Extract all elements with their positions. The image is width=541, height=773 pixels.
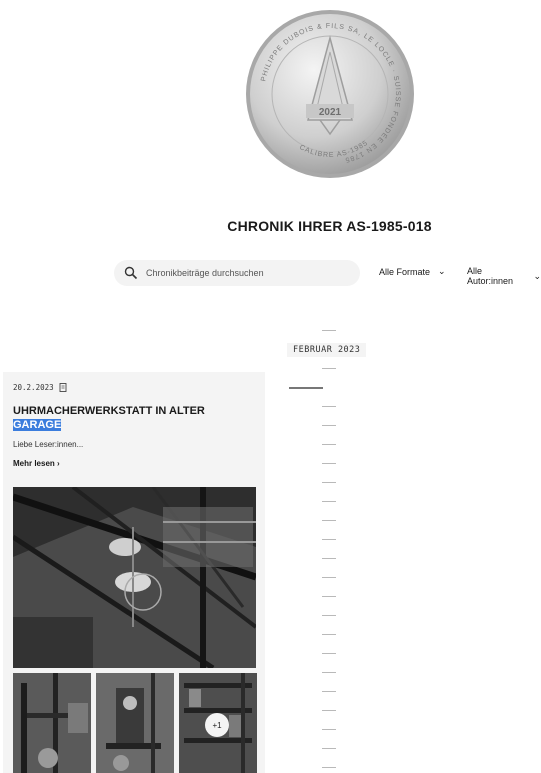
timeline-tick[interactable] bbox=[322, 634, 336, 635]
authors-filter-label: Alle Autor:innen bbox=[467, 266, 514, 286]
chronicle-post-card[interactable]: 20.2.2023 UHRMACHERWERKSTATT IN ALTER GA… bbox=[3, 372, 265, 773]
medallion-icon: PHILIPPE DUBOIS & FILS SA, LE LOCLE · SU… bbox=[246, 10, 414, 178]
post-meta: 20.2.2023 bbox=[13, 383, 255, 392]
medallion-year: 2021 bbox=[319, 107, 342, 118]
authors-filter-dropdown[interactable]: Alle Autor:innen ⌄ bbox=[467, 266, 541, 286]
post-photo-thumbnail[interactable] bbox=[13, 673, 91, 773]
post-photo-thumbnail-more[interactable]: +1 bbox=[179, 673, 257, 773]
timeline-tick[interactable] bbox=[322, 501, 336, 502]
post-title-text: UHRMACHERWERKSTATT IN ALTER bbox=[13, 405, 205, 417]
timeline-tick[interactable] bbox=[322, 710, 336, 711]
timeline-tick[interactable] bbox=[322, 615, 336, 616]
timeline-tick[interactable] bbox=[322, 463, 336, 464]
search-bar[interactable] bbox=[114, 260, 360, 286]
timeline-tick[interactable] bbox=[322, 368, 336, 369]
chevron-down-icon: ⌄ bbox=[438, 266, 446, 276]
timeline-tick[interactable] bbox=[322, 729, 336, 730]
timeline-tick[interactable] bbox=[322, 520, 336, 521]
formats-filter-dropdown[interactable]: Alle Formate ⌄ bbox=[379, 266, 446, 277]
more-photos-badge: +1 bbox=[205, 713, 229, 737]
document-icon bbox=[59, 383, 67, 392]
formats-filter-label: Alle Formate bbox=[379, 266, 431, 277]
timeline-tick[interactable] bbox=[322, 653, 336, 654]
post-title[interactable]: UHRMACHERWERKSTATT IN ALTER GARAGE bbox=[13, 404, 255, 432]
page-title: CHRONIK IHRER AS-1985-018 bbox=[227, 218, 432, 234]
timeline-tick[interactable] bbox=[322, 330, 336, 331]
chevron-down-icon: ⌄ bbox=[533, 270, 541, 281]
timeline-tick[interactable] bbox=[322, 767, 336, 768]
timeline-tick[interactable] bbox=[322, 748, 336, 749]
post-excerpt: Liebe Leser:innen... bbox=[13, 440, 84, 449]
post-main-photo[interactable] bbox=[13, 487, 256, 668]
timeline-current-marker[interactable] bbox=[289, 387, 323, 389]
post-date: 20.2.2023 bbox=[13, 383, 54, 392]
read-more-link[interactable]: Mehr lesen › bbox=[13, 459, 60, 468]
search-icon bbox=[124, 266, 138, 280]
timeline-tick[interactable] bbox=[322, 577, 336, 578]
timeline-tick[interactable] bbox=[322, 444, 336, 445]
timeline-tick[interactable] bbox=[322, 482, 336, 483]
brand-medallion-logo: PHILIPPE DUBOIS & FILS SA, LE LOCLE · SU… bbox=[244, 8, 416, 180]
timeline-tick[interactable] bbox=[322, 596, 336, 597]
timeline-tick[interactable] bbox=[322, 539, 336, 540]
timeline-tick[interactable] bbox=[322, 425, 336, 426]
post-photo-thumbnail[interactable] bbox=[96, 673, 174, 773]
timeline-tick[interactable] bbox=[322, 672, 336, 673]
search-input[interactable] bbox=[146, 268, 346, 278]
timeline-tick[interactable] bbox=[322, 691, 336, 692]
post-photo-thumbnails: +1 bbox=[13, 673, 257, 773]
timeline-month-label: FEBRUAR 2023 bbox=[287, 343, 367, 357]
timeline-tick[interactable] bbox=[322, 406, 336, 407]
timeline-tick[interactable] bbox=[322, 558, 336, 559]
post-title-highlighted: GARAGE bbox=[13, 419, 62, 431]
